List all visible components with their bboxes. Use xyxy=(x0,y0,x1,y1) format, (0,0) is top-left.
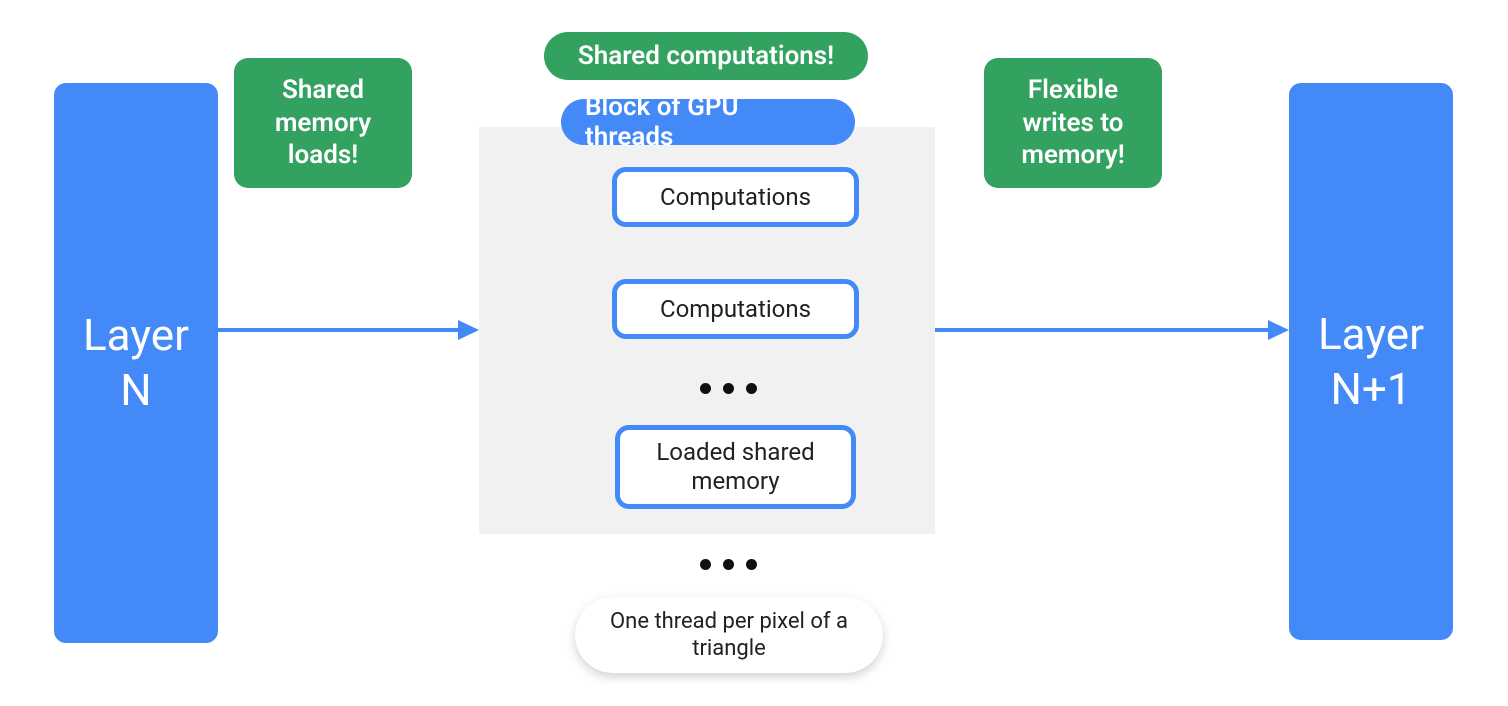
callout-shared-computations: Shared computations! xyxy=(544,32,868,80)
dot-icon xyxy=(746,383,757,394)
loaded-shared-memory-box: Loaded shared memory xyxy=(615,425,856,509)
gpu-block-title-label: Block of GPU threads xyxy=(585,92,831,152)
computations-box-1-label: Computations xyxy=(660,183,811,212)
footer-pill: One thread per pixel of a triangle xyxy=(575,597,883,673)
loaded-shared-memory-label: Loaded shared memory xyxy=(620,438,851,496)
footer-pill-label: One thread per pixel of a triangle xyxy=(605,608,853,663)
layer-n-box: Layer N xyxy=(54,83,218,643)
layer-n1-box: Layer N+1 xyxy=(1289,83,1453,640)
callout-shared-memory-loads: Shared memory loads! xyxy=(234,58,412,188)
layer-n1-label: Layer N+1 xyxy=(1318,307,1424,417)
computations-box-1: Computations xyxy=(612,167,859,227)
callout-flexible-writes-label: Flexible writes to memory! xyxy=(1006,74,1140,172)
callout-shared-computations-label: Shared computations! xyxy=(578,40,834,73)
ellipsis-inside-icon xyxy=(700,383,757,394)
dot-icon xyxy=(723,383,734,394)
arrow-right-icon xyxy=(935,310,1289,350)
callout-flexible-writes: Flexible writes to memory! xyxy=(984,58,1162,188)
gpu-block-title: Block of GPU threads xyxy=(561,99,855,145)
arrow-left-icon xyxy=(218,310,479,350)
layer-n-label: Layer N xyxy=(83,308,189,418)
dot-icon xyxy=(700,383,711,394)
callout-shared-memory-loads-label: Shared memory loads! xyxy=(256,74,390,172)
dot-icon xyxy=(746,559,757,570)
dot-icon xyxy=(700,559,711,570)
ellipsis-below-icon xyxy=(700,559,757,570)
dot-icon xyxy=(723,559,734,570)
computations-box-2: Computations xyxy=(612,279,859,339)
computations-box-2-label: Computations xyxy=(660,295,811,324)
